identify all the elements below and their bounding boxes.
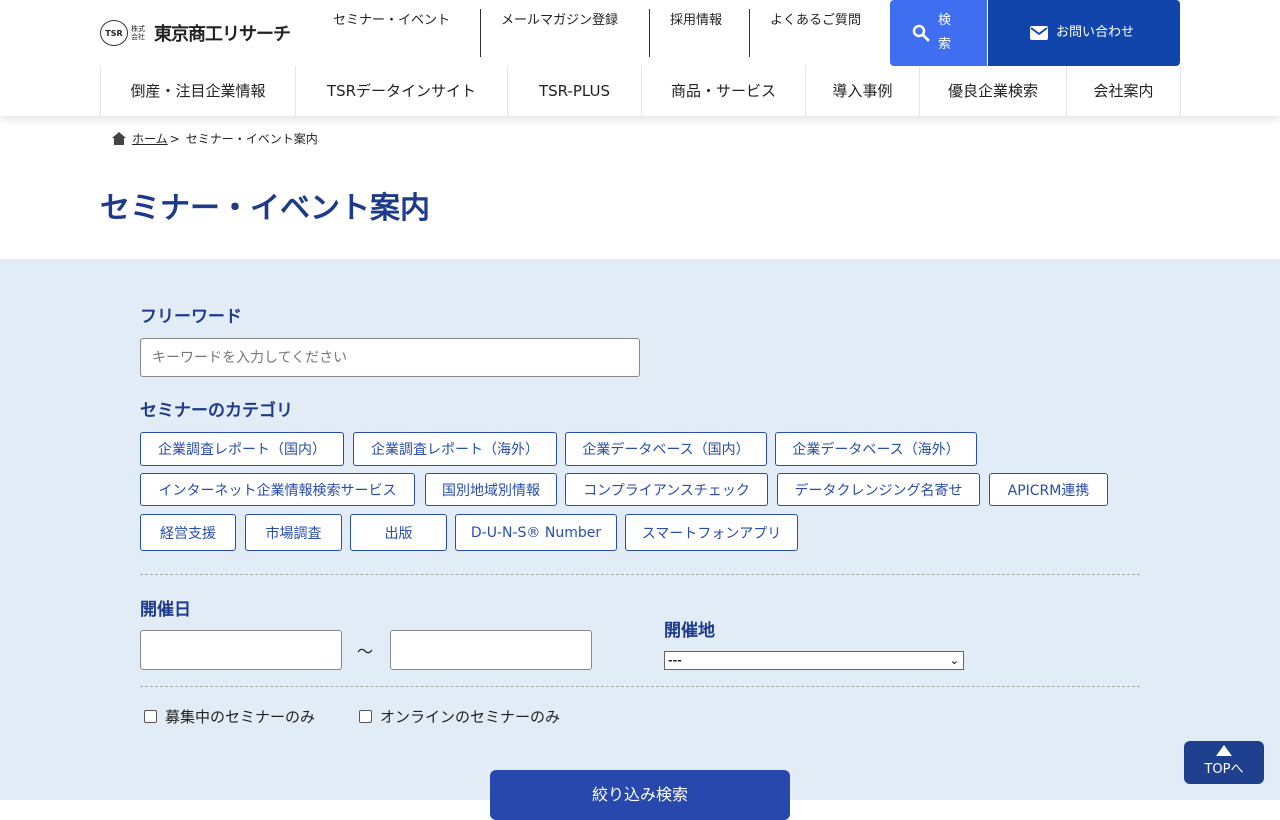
global-nav: 倒産・注目企業情報 TSRデータインサイト TSR-PLUS 商品・サービス 導… (100, 66, 1181, 116)
category-chip[interactable]: インターネット企業情報検索サービス (140, 473, 415, 506)
site-header: TSR 株式会社 東京商工リサーチ セミナー・イベント メールマガジン登録 採用… (0, 0, 1280, 116)
util-link-seminar[interactable]: セミナー・イベント (313, 9, 480, 57)
logo-kabushiki: 株式会社 (131, 25, 145, 41)
date-separator: ～ (357, 642, 374, 661)
breadcrumb: ホーム > セミナー・イベント案内 (112, 130, 318, 147)
search-button[interactable]: 検索 (890, 0, 987, 66)
breadcrumb-separator: > (169, 131, 180, 146)
back-to-top-button[interactable]: TOPへ (1184, 741, 1264, 784)
util-link-recruit[interactable]: 採用情報 (649, 9, 749, 57)
recruiting-only-label: 募集中のセミナーのみ (165, 708, 316, 726)
divider (140, 686, 1140, 687)
nav-item-products[interactable]: 商品・サービス (641, 66, 805, 116)
date-label: 開催日 (140, 600, 191, 620)
category-chip[interactable]: 企業データベース（海外） (775, 432, 977, 466)
category-chip[interactable]: 企業調査レポート（海外） (353, 432, 557, 466)
recruiting-only-checkbox[interactable]: 募集中のセミナーのみ (144, 706, 315, 727)
checkbox-box[interactable] (144, 710, 157, 723)
place-selected: --- (668, 654, 682, 667)
category-chip[interactable]: 出版 (350, 514, 447, 551)
category-chip[interactable]: スマートフォンアプリ (625, 514, 798, 551)
nav-item-about[interactable]: 会社案内 (1066, 66, 1180, 116)
back-to-top-label: TOPへ (1204, 762, 1244, 777)
contact-button[interactable]: お問い合わせ (988, 0, 1180, 66)
freeword-input[interactable] (140, 338, 640, 377)
search-icon (912, 24, 930, 42)
category-chip[interactable]: 企業データベース（国内） (565, 432, 767, 466)
nav-item-bankruptcy[interactable]: 倒産・注目企業情報 (100, 66, 295, 116)
online-only-label: オンラインのセミナーのみ (380, 708, 561, 726)
home-icon (112, 132, 126, 145)
arrow-up-icon (1216, 745, 1232, 756)
category-chip[interactable]: D-U-N-S® Number (455, 514, 617, 551)
nav-item-data-insight[interactable]: TSRデータインサイト (295, 66, 507, 116)
place-select[interactable]: --- ⌄ (664, 651, 964, 670)
search-label: 検索 (938, 13, 952, 52)
nav-item-company-search[interactable]: 優良企業検索 (919, 66, 1066, 116)
filter-search-button[interactable]: 絞り込み検索 (490, 770, 790, 820)
nav-item-tsr-plus[interactable]: TSR-PLUS (507, 66, 641, 116)
breadcrumb-home[interactable]: ホーム (132, 130, 168, 147)
online-only-checkbox[interactable]: オンラインのセミナーのみ (359, 706, 560, 727)
category-chip[interactable]: 企業調査レポート（国内） (140, 432, 344, 466)
breadcrumb-current: セミナー・イベント案内 (185, 132, 318, 146)
category-label: セミナーのカテゴリ (140, 401, 293, 421)
date-from-input[interactable] (140, 630, 342, 670)
category-chip[interactable]: データクレンジング名寄せ (777, 473, 980, 506)
place-label: 開催地 (664, 621, 715, 641)
contact-label: お問い合わせ (1056, 25, 1135, 40)
category-chip[interactable]: 市場調査 (245, 514, 342, 551)
util-link-faq[interactable]: よくあるご質問 (749, 9, 889, 57)
mail-icon (1030, 26, 1048, 40)
freeword-label: フリーワード (140, 307, 242, 327)
date-to-input[interactable] (390, 630, 592, 670)
logo[interactable]: TSR 株式会社 東京商工リサーチ (100, 20, 291, 46)
page-title: セミナー・イベント案内 (100, 191, 430, 226)
checkbox-box[interactable] (359, 710, 372, 723)
util-link-mailmagazine[interactable]: メールマガジン登録 (480, 9, 649, 57)
nav-item-cases[interactable]: 導入事例 (805, 66, 919, 116)
category-chip[interactable]: コンプライアンスチェック (565, 473, 768, 506)
category-chip[interactable]: APICRM連携 (989, 473, 1108, 506)
logo-mark: TSR (100, 20, 128, 46)
divider (140, 574, 1140, 575)
logo-name: 東京商工リサーチ (154, 24, 291, 45)
chevron-down-icon: ⌄ (949, 654, 959, 667)
category-chip[interactable]: 国別地域別情報 (425, 473, 557, 506)
category-chip[interactable]: 経営支援 (140, 514, 236, 551)
